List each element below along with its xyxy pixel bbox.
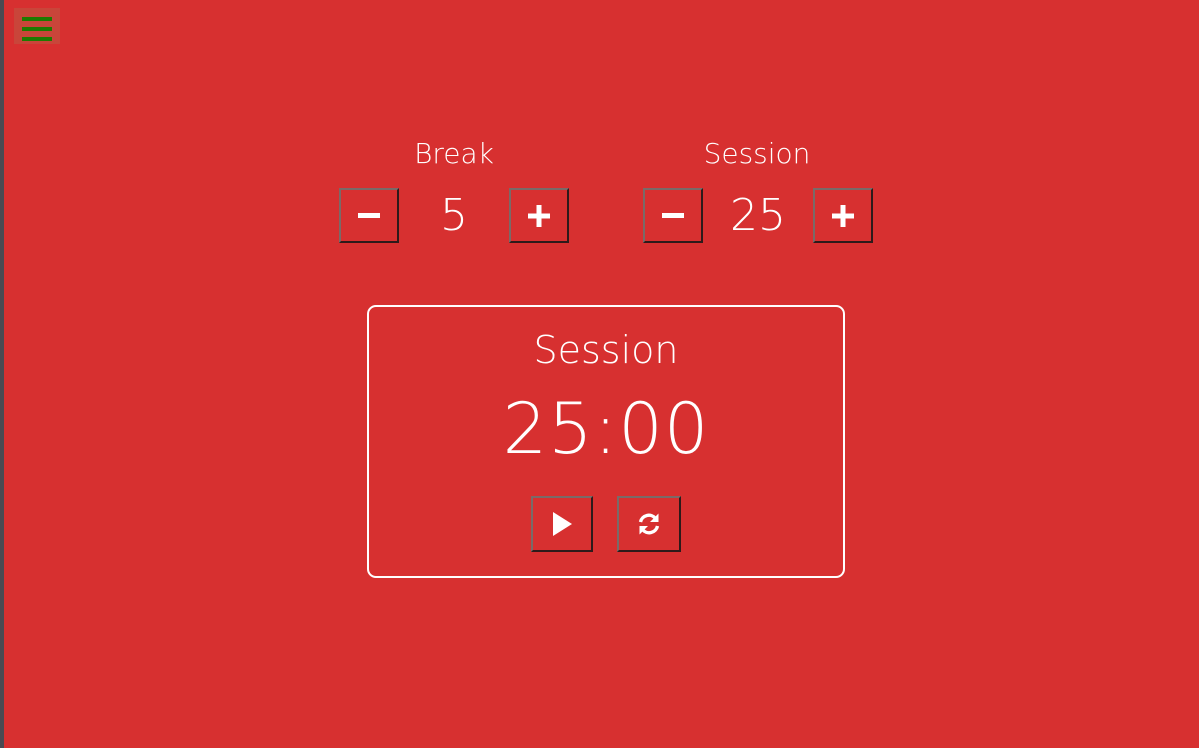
refresh-icon	[638, 513, 660, 535]
minus-icon	[662, 212, 684, 218]
break-decrement-button[interactable]	[339, 188, 399, 243]
break-label: Break	[414, 137, 494, 170]
menu-button[interactable]	[14, 8, 60, 44]
timer-panel: Session 25:00	[367, 305, 845, 578]
break-length-value: 5	[440, 190, 468, 241]
hamburger-menu-icon	[22, 17, 52, 41]
time-left-display: 25:00	[502, 388, 710, 470]
plus-icon	[528, 204, 550, 227]
reset-button[interactable]	[617, 496, 681, 552]
window-edge	[0, 0, 4, 748]
session-increment-button[interactable]	[813, 188, 873, 243]
start-stop-button[interactable]	[531, 496, 593, 552]
break-increment-button[interactable]	[509, 188, 569, 243]
play-icon	[553, 512, 572, 536]
session-decrement-button[interactable]	[643, 188, 703, 243]
timer-label: Session	[533, 328, 679, 372]
minus-icon	[358, 212, 380, 218]
plus-icon	[832, 204, 854, 227]
session-length-value: 25	[730, 190, 786, 241]
session-label: Session	[703, 137, 811, 170]
